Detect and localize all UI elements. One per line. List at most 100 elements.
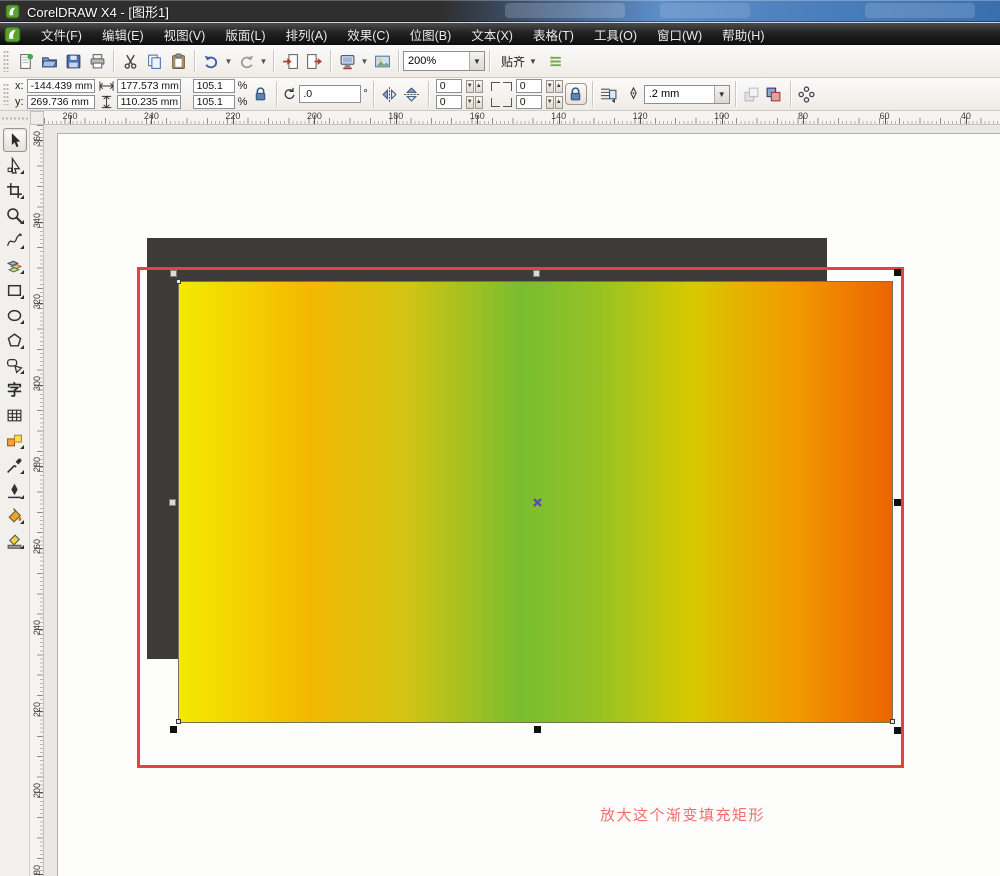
freehand-tool[interactable] [3,228,27,252]
dropdown-arrow-icon[interactable]: ▼ [258,49,269,73]
corel-online-button[interactable] [370,49,394,73]
menu-item-7[interactable]: 文本(X) [461,22,523,47]
x-position-field[interactable]: -144.439 mm [27,79,95,93]
toolbox-grip[interactable] [0,111,30,125]
selection-handle[interactable] [534,726,541,733]
text-tool[interactable]: 字 [3,378,27,402]
interactive-fill-tool[interactable] [3,528,27,552]
horizontal-ruler[interactable]: 260240220200180160140120100806040 [44,111,1000,125]
menu-item-2[interactable]: 视图(V) [154,22,216,47]
menu-item-4[interactable]: 排列(A) [276,22,338,47]
menu-item-3[interactable]: 版面(L) [215,22,275,47]
crop-tool[interactable] [3,178,27,202]
save-button[interactable] [61,49,85,73]
y-position-field[interactable]: 269.736 mm [27,95,95,109]
outline-width-select[interactable]: .2 mm ▼ [644,85,730,104]
symmetry-button[interactable] [796,83,818,105]
interactive-blend-tool[interactable] [3,428,27,452]
smart-fill-tool[interactable] [3,253,27,277]
toolbar-grip[interactable] [3,83,9,105]
rotation-angle-field[interactable]: .0 [299,85,361,103]
dropdown-arrow-icon[interactable]: ▼ [469,52,484,70]
scale-v-field[interactable]: 105.1 [193,95,235,109]
skew-h-field[interactable]: 0 [436,79,462,93]
selection-handle[interactable] [170,270,177,277]
object-width-field[interactable]: 177.573 mm [117,79,181,93]
selection-handle[interactable] [894,499,901,506]
corner-radius-top-spinner[interactable]: ▼▲ [545,80,563,93]
corner-radius-bottom-field[interactable]: 0 [516,95,542,109]
wrap-text-button[interactable] [598,83,620,105]
eyedropper-tool[interactable] [3,453,27,477]
menu-item-1[interactable]: 编辑(E) [92,22,154,47]
to-back-button[interactable] [763,83,785,105]
selection-handle[interactable] [169,499,176,506]
paste-button[interactable] [166,49,190,73]
menu-item-0[interactable]: 文件(F) [31,22,92,47]
drawing-canvas[interactable]: 放大这个渐变填充矩形 [44,125,1000,876]
snap-to-button[interactable]: 贴齐▼ [494,50,544,72]
ruler-origin-button[interactable] [30,111,44,125]
open-folder-button[interactable] [37,49,61,73]
corner-radius-top-field[interactable]: 0 [516,79,542,93]
outline-pen-tool[interactable] [3,478,27,502]
skew-v-spinner[interactable]: ▼▲ [465,96,483,109]
import-button[interactable] [278,49,302,73]
coreldraw-window: { "window": { "title": "CorelDRAW X4 - [… [0,0,1000,876]
redo-button[interactable] [234,49,258,73]
v-ruler-label: 360 [32,132,42,146]
undo-button[interactable] [199,49,223,73]
scale-h-field[interactable]: 105.1 [193,79,235,93]
application-launcher-button[interactable] [335,49,359,73]
mirror-horizontal-button[interactable] [379,83,401,105]
table-tool[interactable] [3,403,27,427]
menu-item-6[interactable]: 位图(B) [400,22,462,47]
cut-button[interactable] [118,49,142,73]
ellipse-tool[interactable] [3,303,27,327]
zoom-tool[interactable] [3,203,27,227]
menu-item-5[interactable]: 效果(C) [337,22,399,47]
rectangle-tool[interactable] [3,278,27,302]
dropdown-arrow-icon[interactable]: ▼ [359,49,370,73]
selection-handle[interactable] [894,269,901,276]
mirror-vertical-button[interactable] [401,83,423,105]
zoom-level-select[interactable]: 200%▼ [403,51,485,71]
snap-options-button[interactable] [544,49,568,73]
selection-handle[interactable] [894,727,901,734]
dropdown-arrow-icon[interactable]: ▼ [529,57,537,66]
corner-radius-bottom-spinner[interactable]: ▼▲ [545,96,563,109]
new-document-button[interactable] [13,49,37,73]
dropdown-arrow-icon[interactable]: ▼ [223,49,234,73]
vertical-ruler[interactable]: 360340320300280260240220200180 [30,125,44,876]
toolbar-grip[interactable] [3,50,9,72]
curve-node[interactable] [176,279,181,284]
lock-ratio-button[interactable] [249,83,271,105]
basic-shapes-tool[interactable] [3,353,27,377]
menu-item-8[interactable]: 表格(T) [523,22,584,47]
basic-shapes-tool-icon [6,357,23,374]
menu-item-10[interactable]: 窗口(W) [647,22,712,47]
skew-v-field[interactable]: 0 [436,95,462,109]
shape-tool[interactable] [3,153,27,177]
copy-button[interactable] [142,49,166,73]
polygon-tool[interactable] [3,328,27,352]
export-button[interactable] [302,49,326,73]
degree-sign: ° [363,88,367,100]
menu-item-9[interactable]: 工具(O) [584,22,647,47]
coreldraw-logo-icon [4,26,21,43]
curve-node[interactable] [890,719,895,724]
selection-handle[interactable] [170,726,177,733]
print-button[interactable] [85,49,109,73]
selection-handle[interactable] [533,270,540,277]
title-bar: CorelDRAW X4 - [图形1] [0,0,1000,22]
curve-node[interactable] [176,719,181,724]
menu-item-11[interactable]: 帮助(H) [712,22,774,47]
pick-tool[interactable] [3,128,27,152]
skew-h-spinner[interactable]: ▼▲ [465,80,483,93]
selection-center-marker[interactable] [532,497,543,508]
dropdown-arrow-icon[interactable]: ▼ [714,86,729,103]
fill-tool[interactable] [3,503,27,527]
object-height-field[interactable]: 110.235 mm [117,95,181,109]
to-front-button[interactable] [741,83,763,105]
round-corners-together-button[interactable] [565,83,587,105]
